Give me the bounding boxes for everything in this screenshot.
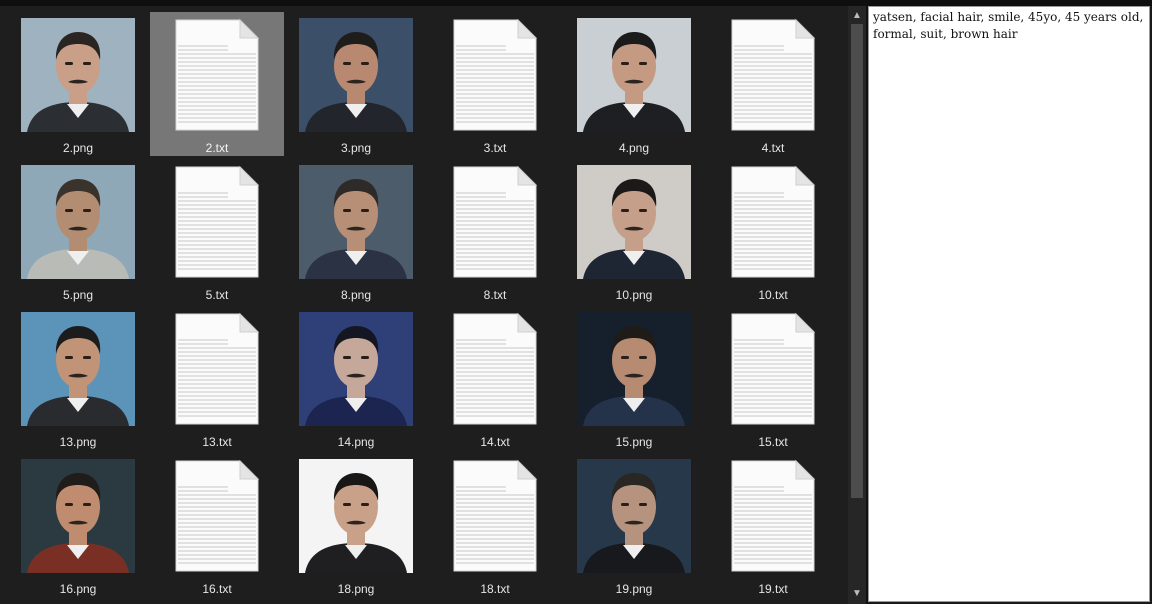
text-document-icon	[716, 312, 830, 426]
image-file-item[interactable]: 13.png	[11, 306, 145, 450]
file-name-label: 3.txt	[483, 141, 507, 155]
text-document-icon	[438, 312, 552, 426]
image-thumbnail	[577, 312, 691, 426]
file-name-label: 4.txt	[761, 141, 785, 155]
text-document-icon	[160, 18, 274, 132]
file-grid: 2.png 2.txt 3.png 3.txt 4.png 4.txt 5.png 5.txt…	[0, 6, 848, 604]
image-file-item[interactable]: 16.png	[11, 453, 145, 597]
image-file-item[interactable]: 2.png	[11, 12, 145, 156]
vertical-scrollbar[interactable]: ▲ ▼	[848, 6, 866, 604]
image-thumbnail	[577, 165, 691, 279]
image-file-item[interactable]: 5.png	[11, 159, 145, 303]
text-document-icon	[716, 165, 830, 279]
file-name-label: 8.txt	[483, 288, 507, 302]
image-thumbnail	[299, 459, 413, 573]
text-document-icon	[160, 312, 274, 426]
text-file-item[interactable]: 18.txt	[428, 453, 562, 597]
file-name-label: 5.txt	[205, 288, 229, 302]
scrollbar-thumb[interactable]	[851, 24, 863, 498]
image-file-item[interactable]: 18.png	[289, 453, 423, 597]
text-file-item[interactable]: 8.txt	[428, 159, 562, 303]
image-thumbnail	[299, 165, 413, 279]
image-file-item[interactable]: 8.png	[289, 159, 423, 303]
image-thumbnail	[21, 312, 135, 426]
file-name-label: 10.png	[615, 288, 653, 302]
text-file-item[interactable]: 4.txt	[706, 12, 840, 156]
file-name-label: 18.txt	[480, 582, 510, 596]
text-document-icon	[438, 18, 552, 132]
file-name-label: 14.png	[337, 435, 375, 449]
text-file-item[interactable]: 10.txt	[706, 159, 840, 303]
scroll-down-icon[interactable]: ▼	[848, 586, 866, 602]
image-file-item[interactable]: 15.png	[567, 306, 701, 450]
file-name-label: 10.txt	[758, 288, 788, 302]
image-thumbnail	[21, 18, 135, 132]
file-name-label: 2.png	[62, 141, 94, 155]
image-file-item[interactable]: 4.png	[567, 12, 701, 156]
image-thumbnail	[299, 18, 413, 132]
file-name-label: 3.png	[340, 141, 372, 155]
file-name-label: 8.png	[340, 288, 372, 302]
file-name-label: 18.png	[337, 582, 375, 596]
text-file-item[interactable]: 2.txt	[150, 12, 284, 156]
text-file-item[interactable]: 13.txt	[150, 306, 284, 450]
file-name-label: 5.png	[62, 288, 94, 302]
image-thumbnail	[299, 312, 413, 426]
text-file-item[interactable]: 14.txt	[428, 306, 562, 450]
image-thumbnail	[21, 165, 135, 279]
file-name-label: 14.txt	[480, 435, 510, 449]
file-name-label: 16.png	[59, 582, 97, 596]
file-name-label: 19.png	[615, 582, 653, 596]
text-file-item[interactable]: 15.txt	[706, 306, 840, 450]
text-file-item[interactable]: 16.txt	[150, 453, 284, 597]
text-document-icon	[160, 459, 274, 573]
text-document-icon	[716, 18, 830, 132]
image-file-item[interactable]: 10.png	[567, 159, 701, 303]
text-document-icon	[438, 459, 552, 573]
image-file-item[interactable]: 19.png	[567, 453, 701, 597]
image-file-item[interactable]: 14.png	[289, 306, 423, 450]
text-document-icon	[438, 165, 552, 279]
file-name-label: 4.png	[618, 141, 650, 155]
image-thumbnail	[577, 18, 691, 132]
image-thumbnail	[577, 459, 691, 573]
file-name-label: 16.txt	[202, 582, 232, 596]
file-name-label: 13.png	[59, 435, 97, 449]
file-name-label: 15.png	[615, 435, 653, 449]
file-name-label: 2.txt	[205, 141, 229, 155]
text-file-item[interactable]: 19.txt	[706, 453, 840, 597]
image-thumbnail	[21, 459, 135, 573]
image-file-item[interactable]: 3.png	[289, 12, 423, 156]
text-document-icon	[716, 459, 830, 573]
file-name-label: 15.txt	[758, 435, 788, 449]
file-name-label: 19.txt	[758, 582, 788, 596]
text-file-item[interactable]: 3.txt	[428, 12, 562, 156]
text-document-icon	[160, 165, 274, 279]
text-file-item[interactable]: 5.txt	[150, 159, 284, 303]
text-preview-pane[interactable]: yatsen, facial hair, smile, 45yo, 45 yea…	[868, 6, 1150, 602]
scroll-up-icon[interactable]: ▲	[848, 8, 866, 24]
file-name-label: 13.txt	[202, 435, 232, 449]
